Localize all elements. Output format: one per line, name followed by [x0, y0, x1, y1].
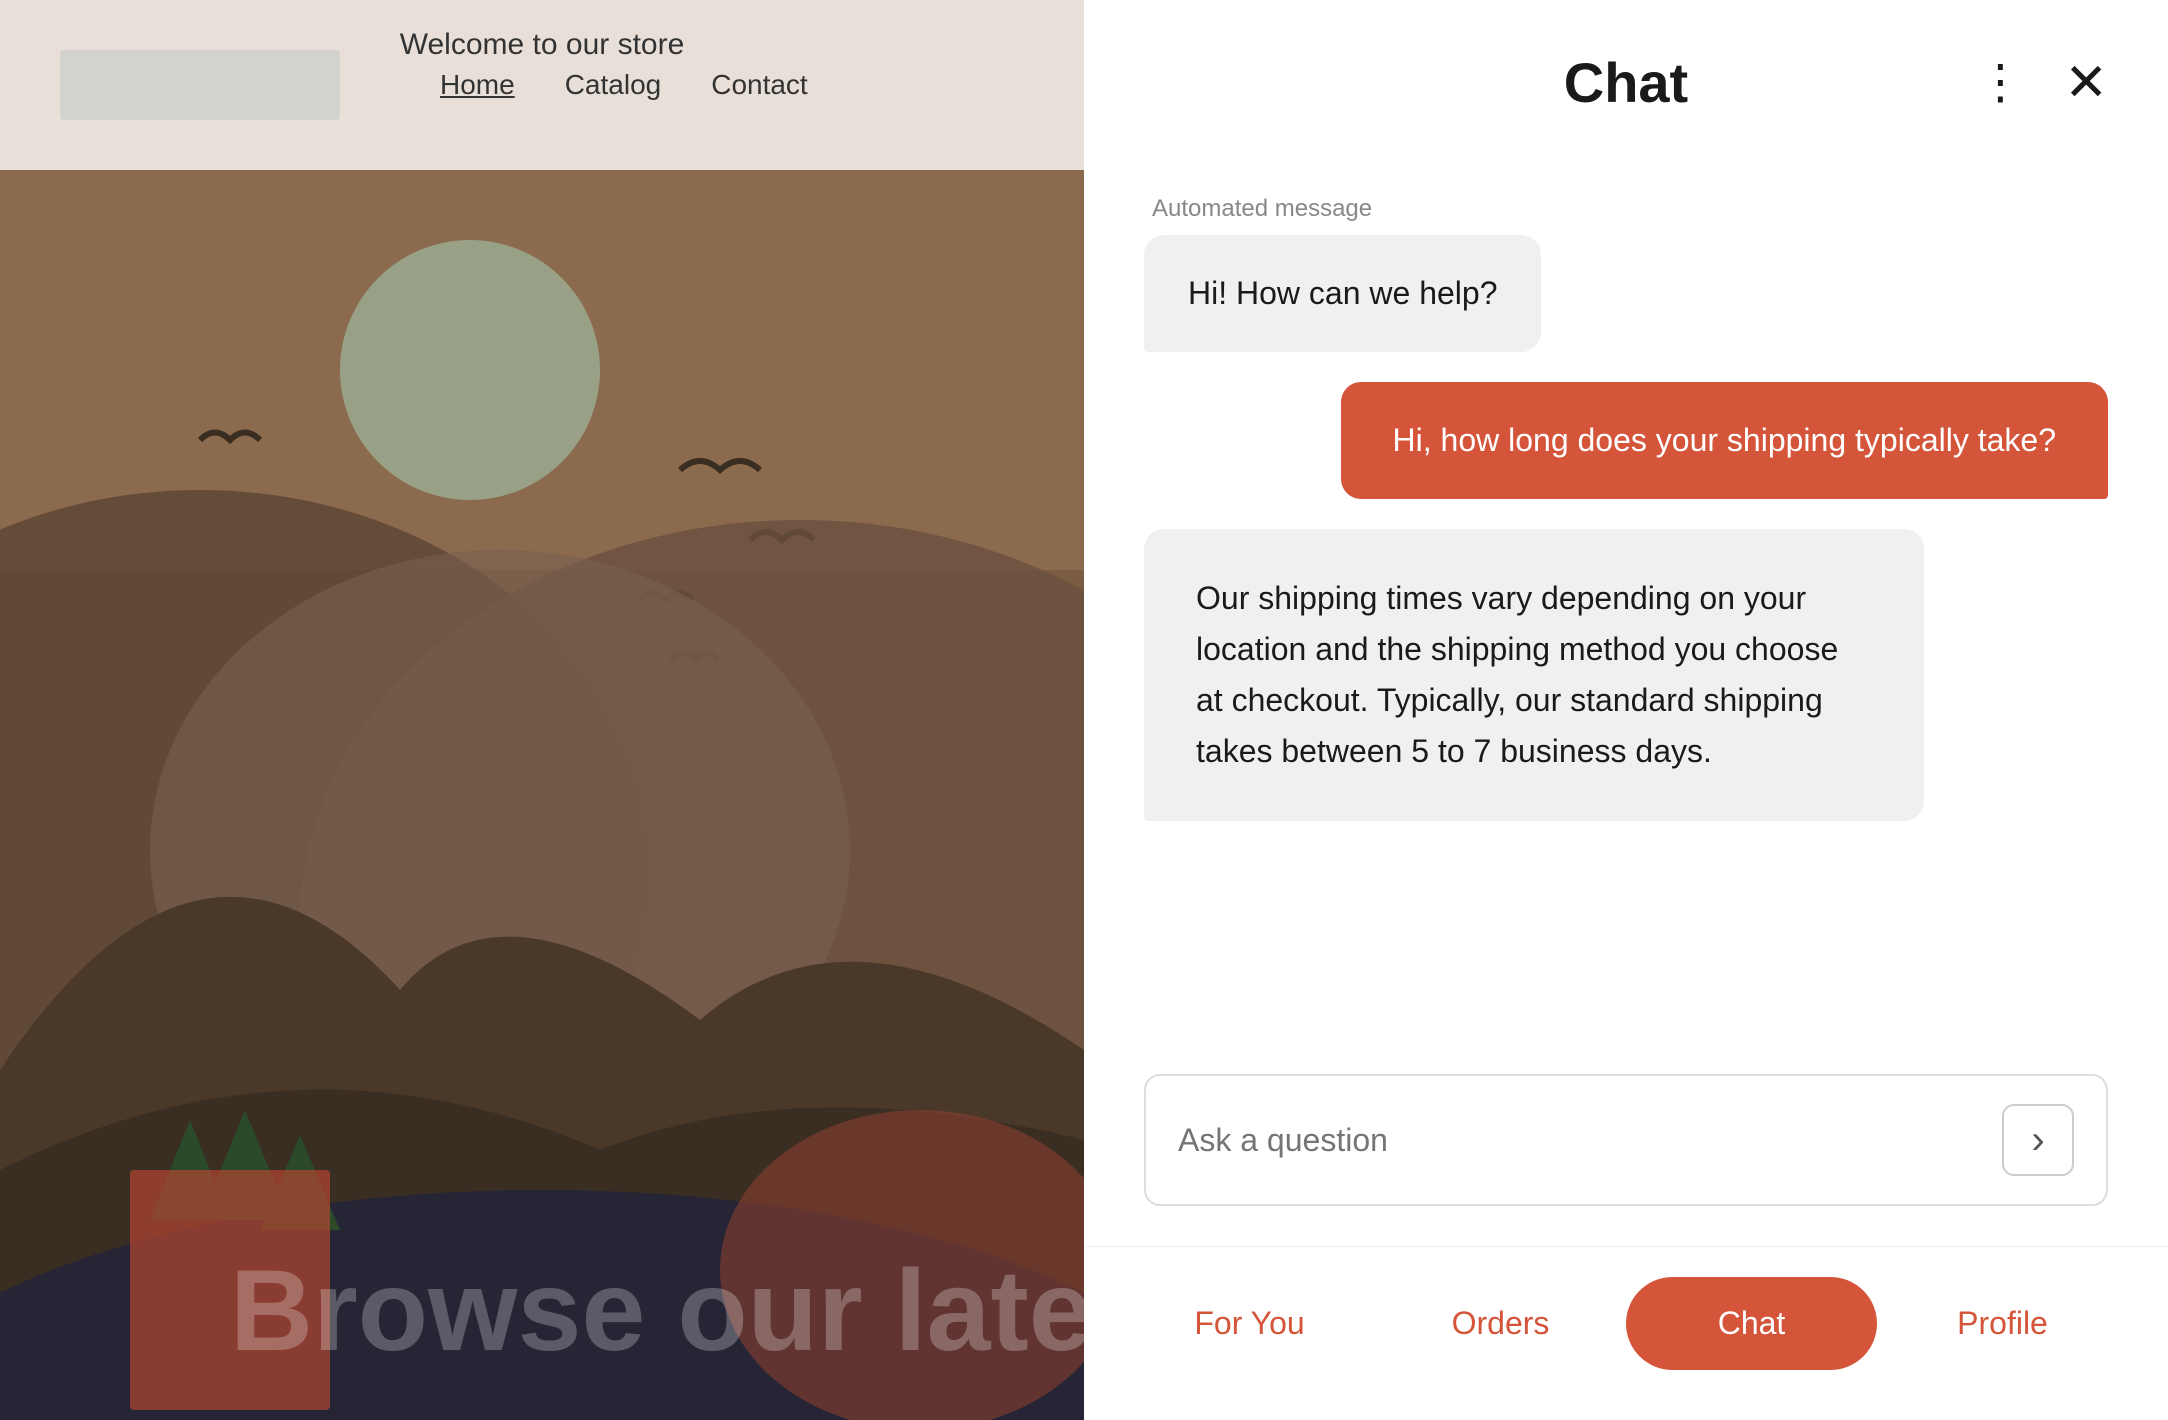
chat-panel: Chat ⋮ ✕ Automated message Hi! How can w…	[1084, 0, 2168, 1420]
chat-input-area: ›	[1084, 1034, 2168, 1246]
chat-title: Chat	[1564, 50, 1688, 115]
store-background: Welcome to our store Home Catalog Contac…	[0, 0, 1084, 1420]
user-bubble: Hi, how long does your shipping typicall…	[1341, 382, 2108, 499]
nav-home[interactable]: Home	[440, 69, 515, 101]
bot-bubble: Our shipping times vary depending on you…	[1144, 529, 1924, 822]
automated-bubble: Hi! How can we help?	[1144, 235, 1541, 352]
welcome-text: Welcome to our store	[400, 28, 685, 62]
close-icon[interactable]: ✕	[2064, 53, 2108, 113]
send-button[interactable]: ›	[2002, 1104, 2074, 1176]
bottom-nav: For You Orders Chat Profile	[1084, 1246, 2168, 1420]
more-options-icon[interactable]: ⋮	[1976, 59, 2024, 107]
chat-messages: Automated message Hi! How can we help? H…	[1084, 155, 2168, 1034]
store-header: Welcome to our store Home Catalog Contac…	[0, 0, 1084, 170]
tab-for-you[interactable]: For You	[1124, 1277, 1375, 1370]
user-message: Hi, how long does your shipping typicall…	[1341, 382, 2108, 499]
store-nav: Home Catalog Contact	[440, 69, 808, 101]
nav-catalog[interactable]: Catalog	[565, 69, 662, 101]
chat-input-wrapper: ›	[1144, 1074, 2108, 1206]
tab-orders[interactable]: Orders	[1375, 1277, 1626, 1370]
automated-label: Automated message	[1144, 195, 1541, 223]
chat-input[interactable]	[1178, 1122, 2002, 1159]
automated-message: Automated message Hi! How can we help?	[1144, 195, 1541, 352]
chat-header: Chat ⋮ ✕	[1084, 0, 2168, 155]
send-icon: ›	[2031, 1118, 2044, 1163]
nav-contact[interactable]: Contact	[711, 69, 808, 101]
store-logo	[60, 50, 340, 120]
chat-header-icons: ⋮ ✕	[1976, 53, 2108, 113]
tab-profile[interactable]: Profile	[1877, 1277, 2128, 1370]
hero-illustration: Browse our latest	[0, 170, 1084, 1420]
bot-message: Our shipping times vary depending on you…	[1144, 529, 1924, 822]
svg-text:Browse our latest: Browse our latest	[230, 1247, 1084, 1375]
tab-chat[interactable]: Chat	[1626, 1277, 1877, 1370]
